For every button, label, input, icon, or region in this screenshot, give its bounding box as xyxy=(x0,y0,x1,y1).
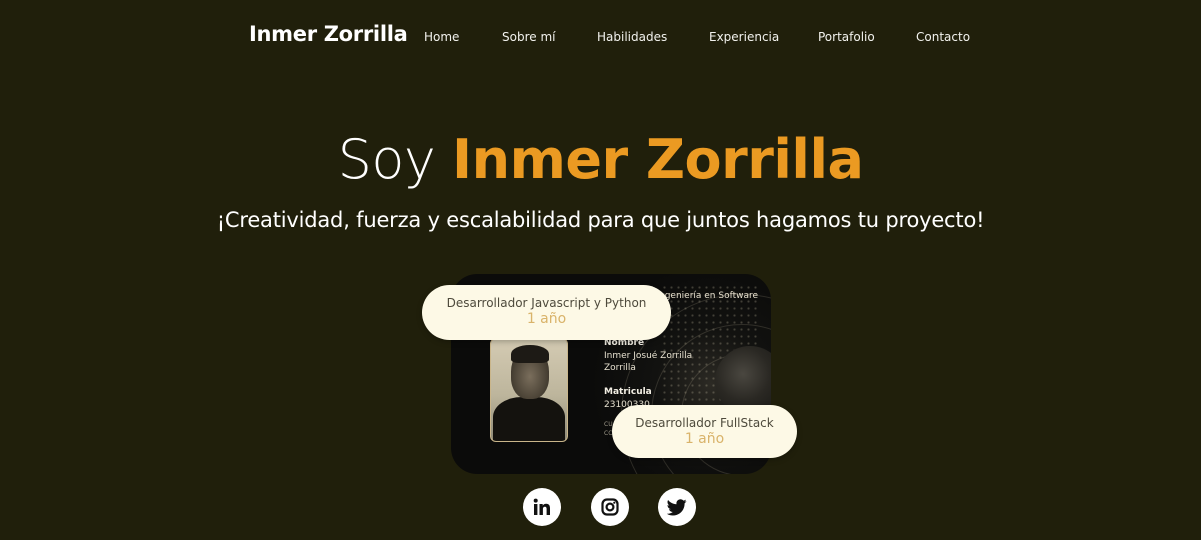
instagram-icon xyxy=(601,498,619,516)
hero-title-name: Inmer Zorrilla xyxy=(452,128,864,191)
nav-home[interactable]: Home xyxy=(424,30,459,44)
nav-portafolio[interactable]: Portafolio xyxy=(818,30,875,44)
card-header-text: ngeniería en Software xyxy=(659,291,759,301)
experience-title: Desarrollador FullStack xyxy=(635,416,774,430)
linkedin-icon xyxy=(533,498,551,516)
photo-body xyxy=(493,397,565,441)
nav-habilidades[interactable]: Habilidades xyxy=(597,30,667,44)
hero-title-prefix: Soy xyxy=(337,128,436,191)
matricula-label: Matricula xyxy=(604,387,652,397)
twitter-icon xyxy=(667,498,687,516)
experience-title: Desarrollador Javascript y Python xyxy=(446,296,647,310)
linkedin-button[interactable] xyxy=(523,488,561,526)
nav-sobre-mi[interactable]: Sobre mí xyxy=(502,30,555,44)
nav-experiencia[interactable]: Experiencia xyxy=(709,30,779,44)
nav-contacto[interactable]: Contacto xyxy=(916,30,970,44)
profile-photo xyxy=(490,338,568,442)
photo-hair xyxy=(511,345,549,363)
hero-subtitle: ¡Creatividad, fuerza y escalabilidad par… xyxy=(216,208,985,232)
hero-title: Soy Inmer Zorrilla xyxy=(0,128,1201,191)
experience-pill-js-python: Desarrollador Javascript y Python 1 año xyxy=(422,285,671,340)
experience-years: 1 año xyxy=(526,311,567,327)
name-value: Inmer Josué Zorrilla Zorrilla xyxy=(604,351,693,373)
twitter-button[interactable] xyxy=(658,488,696,526)
experience-pill-fullstack: Desarrollador FullStack 1 año xyxy=(612,405,797,458)
brand-logo[interactable]: Inmer Zorrilla xyxy=(249,22,408,46)
instagram-button[interactable] xyxy=(591,488,629,526)
experience-years: 1 año xyxy=(684,431,725,447)
